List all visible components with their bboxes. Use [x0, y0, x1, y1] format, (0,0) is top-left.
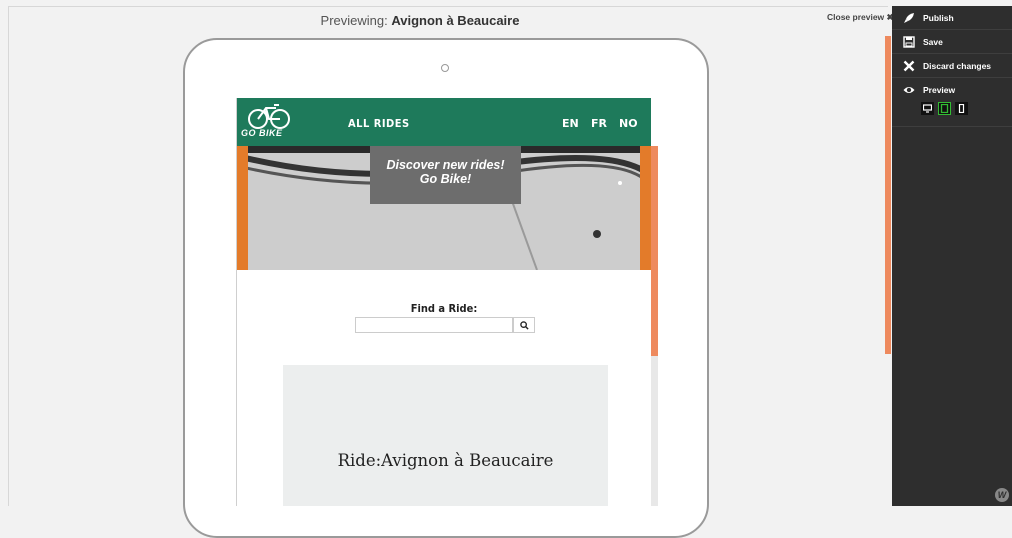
- ride-search-input[interactable]: [355, 317, 513, 333]
- preview-label: Preview: [923, 85, 956, 95]
- editor-accent-strip: [885, 36, 891, 354]
- discard-changes-label: Discard changes: [923, 60, 992, 71]
- tablet-device-button[interactable]: [938, 102, 951, 115]
- preview-prefix: Previewing:: [320, 13, 392, 28]
- previewed-page-title: Avignon à Beaucaire: [391, 13, 520, 28]
- close-icon: [901, 59, 917, 73]
- nav-all-rides[interactable]: ALL RIDES: [348, 117, 410, 130]
- publish-button[interactable]: Publish: [892, 6, 1012, 30]
- save-label: Save: [923, 36, 943, 47]
- hero-caption-box: Discover new rides! Go Bike!: [370, 146, 521, 204]
- discard-changes-button[interactable]: Discard changes: [892, 54, 1012, 78]
- save-button[interactable]: Save: [892, 30, 1012, 54]
- preview-toggle[interactable]: Preview: [892, 78, 1012, 102]
- ride-card[interactable]: Ride:Avignon à Beaucaire: [283, 365, 608, 506]
- wordpress-badge-icon[interactable]: W: [995, 488, 1009, 502]
- find-ride-label: Find a Ride:: [410, 302, 478, 315]
- mobile-icon: [958, 104, 965, 113]
- floppy-icon: [901, 35, 917, 49]
- close-preview-button[interactable]: Close preview ✖: [827, 12, 894, 23]
- eye-icon: [901, 83, 917, 97]
- search-icon: [519, 320, 529, 330]
- panel-divider: [892, 126, 1012, 127]
- ride-card-title: Ride:Avignon à Beaucaire: [337, 451, 554, 470]
- lang-en[interactable]: EN: [562, 117, 579, 130]
- lang-fr[interactable]: FR: [591, 117, 607, 130]
- desktop-icon: [923, 104, 932, 113]
- lang-no[interactable]: NO: [619, 117, 638, 130]
- device-switcher: [921, 102, 968, 115]
- hero-accent-left: [237, 146, 248, 270]
- tablet-camera: [441, 64, 449, 72]
- desktop-device-button[interactable]: [921, 102, 934, 115]
- hero-accent-right: [640, 146, 651, 270]
- search-button[interactable]: [513, 317, 535, 333]
- publish-label: Publish: [923, 12, 954, 23]
- close-preview-label: Close preview: [827, 12, 885, 22]
- preview-title: Previewing: Avignon à Beaucaire: [0, 13, 840, 28]
- hero-caption-line-2: Go Bike!: [419, 172, 472, 186]
- rocket-icon: [901, 11, 917, 25]
- logo-text: GO BIKE: [241, 128, 283, 138]
- site-header: GO BIKE ALL RIDES EN FR NO: [237, 98, 651, 146]
- hero-caption-line-1: Discover new rides!: [386, 158, 505, 172]
- scrollbar-thumb[interactable]: [651, 146, 658, 356]
- editor-side-panel: Publish Save Discard changes Preview: [892, 6, 1012, 506]
- tablet-screen: GO BIKE ALL RIDES EN FR NO Discover new …: [236, 98, 658, 506]
- tablet-icon: [940, 104, 949, 113]
- hero-caption: Discover new rides! Go Bike!: [370, 158, 521, 186]
- mobile-device-button[interactable]: [955, 102, 968, 115]
